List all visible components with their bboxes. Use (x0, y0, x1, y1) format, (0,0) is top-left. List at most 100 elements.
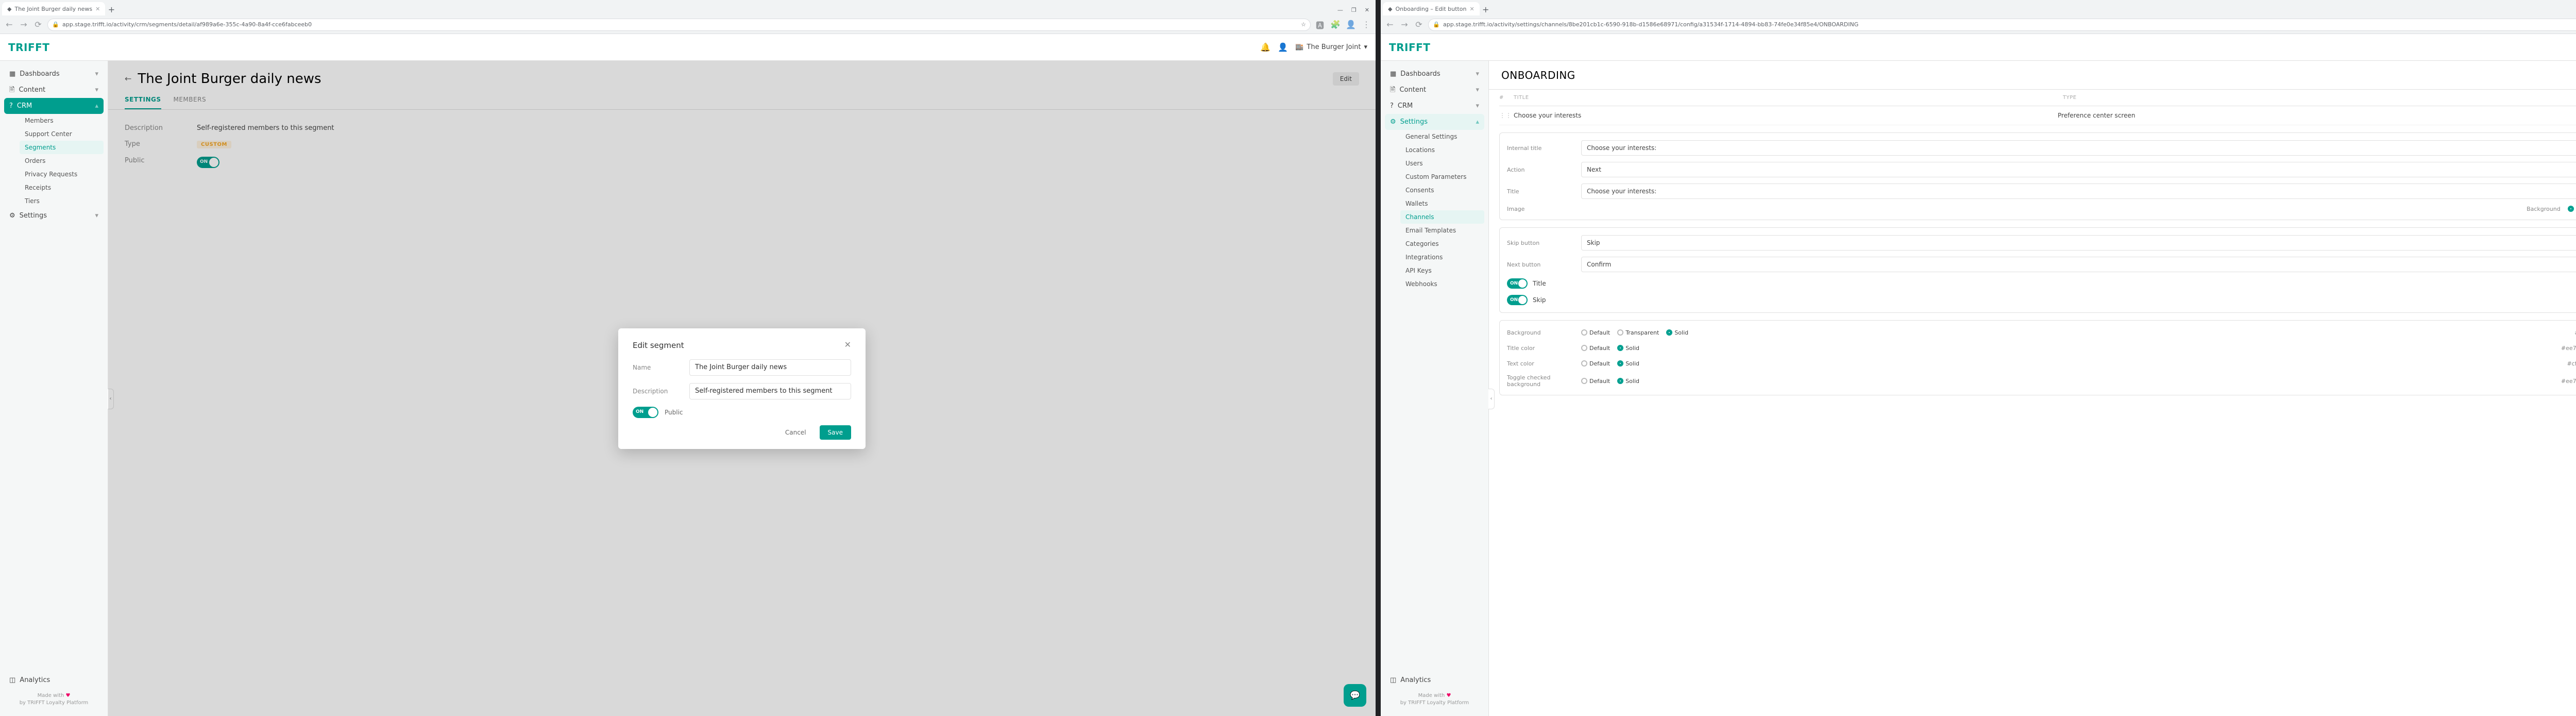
subnav-receipts[interactable]: Receipts (20, 181, 104, 194)
editor-header: ONBOARDING Cancel Save as Draft Add new (1489, 61, 2576, 90)
public-toggle-modal[interactable]: ON (633, 407, 658, 418)
close-tab-icon[interactable]: ✕ (1469, 6, 1474, 12)
subnav-users[interactable]: Users (1400, 157, 1484, 170)
account-icon[interactable]: 👤 (1346, 20, 1356, 30)
next-input[interactable]: Confirm (1581, 257, 2576, 272)
subnav-support[interactable]: Support Center (20, 127, 104, 141)
radio-label: Solid (1625, 345, 1639, 352)
nav-analytics[interactable]: ◫Analytics (4, 672, 104, 688)
browser-tab[interactable]: ◆ The Joint Burger daily news ✕ (2, 2, 105, 15)
value: Confirm (1587, 261, 1611, 268)
subnav-privacy[interactable]: Privacy Requests (20, 168, 104, 181)
browser-tab[interactable]: ◆ Onboarding – Edit button ✕ (1383, 2, 1480, 15)
nav-back-icon[interactable]: ← (1385, 20, 1395, 30)
drag-handle-icon[interactable]: ⋮⋮ (1499, 112, 1514, 119)
radio-default[interactable]: Default (1581, 360, 1610, 367)
subnav-orders[interactable]: Orders (20, 154, 104, 168)
screen-row[interactable]: ⋮⋮ Choose your interests Preference cent… (1499, 106, 2576, 125)
chart-icon: ◫ (1390, 677, 1396, 684)
value: Skip (1587, 239, 1600, 246)
subnav-members[interactable]: Members (20, 114, 104, 127)
sidebar: ▦Dashboards▾ 🖹Content▾ ?CRM▴ Members Sup… (0, 61, 108, 716)
nav-reload-icon[interactable]: ⟳ (33, 20, 43, 30)
nav-settings[interactable]: ⚙Settings▾ (4, 208, 104, 224)
star-icon[interactable]: ☆ (1301, 22, 1306, 27)
nav-settings[interactable]: ⚙Settings▴ (1385, 114, 1484, 130)
nav-dashboards[interactable]: ▦Dashboards▾ (1385, 66, 1484, 82)
image-bg-radio[interactable] (2568, 206, 2574, 212)
nav-crm[interactable]: ?CRM▴ (4, 98, 104, 114)
action-select[interactable]: Next▾ (1581, 162, 2576, 177)
sidebar-collapse-handle[interactable]: ‹ (1488, 389, 1495, 409)
subnav-apikeys[interactable]: API Keys (1400, 264, 1484, 277)
nav-label: Analytics (1400, 676, 1431, 684)
radio-solid[interactable]: Solid (1666, 329, 1688, 336)
brand-logo[interactable]: TRIFFT (1389, 41, 1430, 54)
radio-solid[interactable]: Solid (1617, 378, 1639, 385)
modal-overlay[interactable]: ✕ Edit segment Name Description ON Pu (108, 61, 1376, 716)
new-tab-button[interactable]: + (1480, 3, 1492, 15)
minimize-button[interactable]: — (1337, 7, 1343, 13)
radio-default[interactable]: Default (1581, 329, 1610, 336)
user-icon[interactable]: 👤 (1278, 43, 1288, 52)
close-modal-icon[interactable]: ✕ (844, 341, 851, 349)
nav-content[interactable]: 🖹Content▾ (1385, 82, 1484, 98)
nav-label: Dashboards (1400, 70, 1440, 78)
title-input[interactable]: Choose your interests: (1581, 184, 2576, 199)
main-panel: ‹ ← The Joint Burger daily news Edit SET… (108, 61, 1376, 716)
cancel-button[interactable]: Cancel (777, 425, 815, 440)
grid-icon: ▦ (9, 71, 15, 77)
extensions-icon[interactable]: 🧩 (1330, 20, 1341, 30)
subnav-webhooks[interactable]: Webhooks (1400, 277, 1484, 291)
bell-icon[interactable]: 🔔 (1260, 43, 1270, 52)
subnav-segments[interactable]: Segments (20, 141, 104, 154)
nav-content[interactable]: 🖹Content▾ (4, 82, 104, 98)
description-input[interactable] (689, 383, 851, 399)
save-button[interactable]: Save (820, 425, 851, 440)
row-skip-toggle[interactable]: ON (1507, 295, 1528, 305)
chat-launcher[interactable]: 💬 (1344, 684, 1366, 707)
skip-input[interactable]: Skip (1581, 235, 2576, 251)
internal-title-input[interactable]: Choose your interests: (1581, 140, 2576, 156)
radio-solid[interactable]: Solid (1617, 360, 1639, 367)
radio-default[interactable]: Default (1581, 345, 1610, 352)
subnav-consents[interactable]: Consents (1400, 184, 1484, 197)
radio-solid[interactable]: Solid (1617, 345, 1639, 352)
subnav-general[interactable]: General Settings (1400, 130, 1484, 143)
radio-label: Solid (1625, 378, 1639, 385)
lock-icon: 🔒 (1433, 22, 1440, 27)
lbl-title: Title (1507, 188, 1574, 195)
row-title-toggle[interactable]: ON (1507, 278, 1528, 289)
chart-icon: ◫ (9, 677, 15, 684)
radio-transparent[interactable]: Transparent (1617, 329, 1659, 336)
radio-default[interactable]: Default (1581, 378, 1610, 385)
nav-dashboards[interactable]: ▦Dashboards▾ (4, 66, 104, 82)
nav-forward-icon[interactable]: → (1399, 20, 1410, 30)
translate-icon[interactable]: 🅰 (1315, 20, 1325, 30)
subnav-categories[interactable]: Categories (1400, 237, 1484, 251)
maximize-button[interactable]: ❐ (1351, 7, 1357, 13)
nav-reload-icon[interactable]: ⟳ (1414, 20, 1424, 30)
subnav-integrations[interactable]: Integrations (1400, 251, 1484, 264)
close-window-button[interactable]: ✕ (1365, 7, 1369, 13)
name-input[interactable] (689, 359, 851, 376)
nav-label: Content (19, 86, 45, 94)
close-tab-icon[interactable]: ✕ (95, 6, 100, 12)
subnav-customparams[interactable]: Custom Parameters (1400, 170, 1484, 184)
nav-crm[interactable]: ?CRM▾ (1385, 98, 1484, 114)
new-tab-button[interactable]: + (105, 3, 117, 15)
url-input[interactable]: 🔒 app.stage.trifft.io/activity/settings/… (1428, 19, 2576, 31)
subnav-emailtemplates[interactable]: Email Templates (1400, 224, 1484, 237)
subnav-tiers[interactable]: Tiers (20, 194, 104, 208)
menu-icon[interactable]: ⋮ (1361, 20, 1371, 30)
venue-selector[interactable]: 🏬 The Burger Joint ▾ (1295, 43, 1367, 51)
subnav-locations[interactable]: Locations (1400, 143, 1484, 157)
nav-analytics[interactable]: ◫ Analytics (1385, 672, 1484, 688)
nav-forward-icon[interactable]: → (19, 20, 29, 30)
nav-back-icon[interactable]: ← (4, 20, 14, 30)
chevron-up-icon: ▴ (1476, 118, 1479, 126)
url-input[interactable]: 🔒 app.stage.trifft.io/activity/crm/segme… (47, 19, 1311, 31)
subnav-wallets[interactable]: Wallets (1400, 197, 1484, 210)
brand-logo[interactable]: TRIFFT (8, 41, 49, 54)
subnav-channels[interactable]: Channels (1400, 210, 1484, 224)
